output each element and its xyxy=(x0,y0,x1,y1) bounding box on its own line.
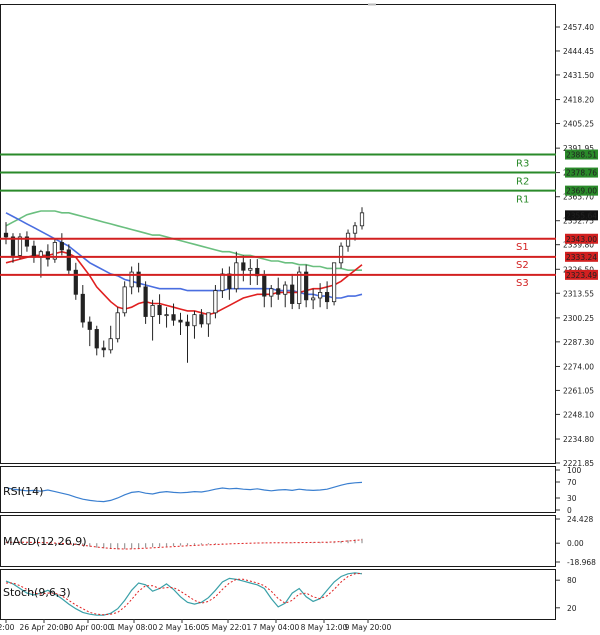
stoch-tick-label: 80 xyxy=(567,576,577,585)
x-tick-label: 2 May 16:00 xyxy=(159,623,206,632)
y-tick-label: 2313.55 xyxy=(563,289,594,298)
candle-bull xyxy=(359,212,365,227)
candle-bear xyxy=(157,304,162,316)
candle-bear xyxy=(171,314,176,321)
y-tick-label: 2300.25 xyxy=(563,314,594,323)
candle-bull xyxy=(338,245,344,264)
level-price-label: 2323.49 xyxy=(566,271,597,280)
stoch-label: Stoch(9,6,3) xyxy=(3,586,71,599)
x-tick-label: 7 May 04:00 xyxy=(253,623,300,632)
rsi-tick-label: 70 xyxy=(567,478,577,487)
x-tick-label: 26 Apr 20:00 xyxy=(20,623,69,632)
candle-bull xyxy=(192,314,197,327)
candle-bull xyxy=(248,267,253,271)
stoch-tick-label: 20 xyxy=(567,604,577,613)
candle-bear xyxy=(185,321,190,327)
candle-bull xyxy=(283,284,288,295)
level-label-s3: S3 xyxy=(516,278,529,289)
y-tick-label: 2418.20 xyxy=(563,96,594,105)
y-tick-label: 2234.80 xyxy=(563,435,594,444)
macd-label: MACD(12,26,9) xyxy=(3,535,87,548)
level-price-label: 2388.51 xyxy=(566,151,597,160)
x-tick-label: 30 Apr 00:00 xyxy=(64,623,113,632)
candle-bull xyxy=(269,288,274,297)
level-label-s1: S1 xyxy=(516,242,529,253)
panel-stoch xyxy=(0,569,556,620)
level-label-r1: R1 xyxy=(516,195,529,206)
level-label-s2: S2 xyxy=(516,260,529,271)
y-tick-label: 2248.10 xyxy=(563,410,594,419)
candle-bear xyxy=(262,275,267,297)
x-tick-label: 9 May 20:00 xyxy=(345,623,392,632)
candle-bear xyxy=(199,314,204,325)
candle-bull xyxy=(108,338,113,351)
candle-bear xyxy=(276,288,281,295)
candle-bear xyxy=(73,269,78,295)
y-tick-label: 2274.00 xyxy=(563,362,594,371)
x-tick-label: 2:00 xyxy=(0,623,15,632)
candle-bear xyxy=(45,251,50,260)
candle-bear xyxy=(59,242,64,251)
candle-bear xyxy=(304,271,309,301)
candle-bear xyxy=(143,286,148,317)
candle-bear xyxy=(87,321,92,330)
panel-main xyxy=(0,4,556,464)
rsi-label: RSI(14) xyxy=(3,485,43,498)
macd-tick-label: 24.428 xyxy=(567,515,593,524)
candle-bear xyxy=(31,245,37,258)
y-tick-label: 2457.40 xyxy=(563,23,594,32)
level-price-label: 2333.24 xyxy=(566,253,597,262)
candle-bear xyxy=(227,273,232,290)
candle-bear xyxy=(3,232,9,238)
y-tick-label: 2431.50 xyxy=(563,71,594,80)
candle-bull xyxy=(164,314,169,317)
level-price-label: 2369.00 xyxy=(566,187,597,196)
x-tick-label: 8 May 12:00 xyxy=(301,623,348,632)
candle-bear xyxy=(178,319,183,323)
macd-tick-label: 0.00 xyxy=(567,539,584,548)
macd-tick-label: -18.968 xyxy=(567,558,596,567)
level-label-r2: R2 xyxy=(516,177,529,188)
candle-bull xyxy=(206,312,211,325)
candle-bear xyxy=(94,329,99,349)
candle-bear xyxy=(324,292,330,303)
current-price-label: 2355.64 xyxy=(566,211,597,220)
candle-bull xyxy=(150,304,155,317)
y-tick-label: 2405.25 xyxy=(563,120,594,129)
candle-bull xyxy=(297,271,302,304)
candle-bull xyxy=(220,273,225,291)
level-label-r3: R3 xyxy=(516,159,529,170)
level-price-label: 2378.76 xyxy=(566,169,597,178)
candle-bear xyxy=(101,347,106,351)
rsi-tick-label: 30 xyxy=(567,494,577,503)
y-tick-label: 2261.05 xyxy=(563,386,594,395)
candle-bear xyxy=(290,284,295,304)
candle-bull xyxy=(318,292,323,299)
x-tick-label: 1 May 08:00 xyxy=(111,623,158,632)
rsi-tick-label: 100 xyxy=(567,466,582,475)
candle-bear xyxy=(80,293,85,323)
candle-bull xyxy=(115,312,120,340)
y-tick-label: 2287.30 xyxy=(563,338,594,347)
candle-bull xyxy=(213,290,218,314)
y-tick-label: 2444.45 xyxy=(563,47,594,56)
candle-bull xyxy=(352,225,358,234)
candle-bull xyxy=(331,262,337,303)
candle-bear xyxy=(241,262,246,271)
level-price-label: 2343.00 xyxy=(566,235,597,244)
rsi-tick-label: 0 xyxy=(567,506,572,515)
candle-bull xyxy=(311,297,316,301)
x-tick-label: 5 May 22:01 xyxy=(205,623,252,632)
price-chart: 2457.402444.452431.502418.202405.252391.… xyxy=(0,3,598,632)
candle-bear xyxy=(66,249,71,271)
candle-bull xyxy=(122,286,127,314)
